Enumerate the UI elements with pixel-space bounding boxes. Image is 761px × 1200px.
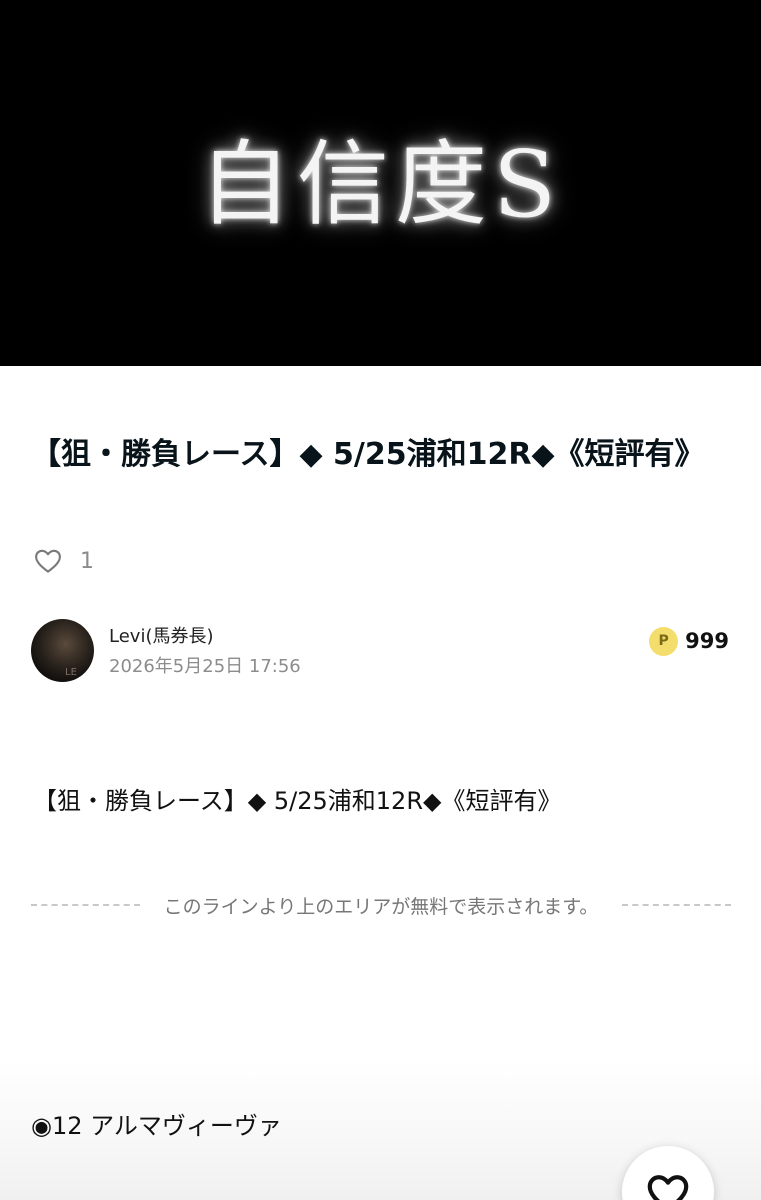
- post-title: 【狙・勝負レース】◆ 5/25浦和12R◆《短評有》: [31, 437, 705, 472]
- hero-banner: 自信度S: [0, 0, 761, 366]
- heart-outline-icon: [647, 1175, 689, 1200]
- divider-dash-right: [622, 904, 732, 906]
- hero-text: 自信度S: [198, 130, 563, 238]
- note-page: 自信度S 【狙・勝負レース】◆ 5/25浦和12R◆《短評有》 1 LE Lev…: [0, 0, 761, 1200]
- points-value: 999: [685, 629, 729, 653]
- free-area-notice: このラインより上のエリアが無料で表示されます。: [163, 895, 599, 918]
- free-area-divider: このラインより上のエリアが無料で表示されます。: [31, 890, 732, 920]
- points-coin-icon: P: [649, 626, 679, 656]
- like-count: 1: [80, 548, 94, 574]
- like-row[interactable]: 1: [33, 544, 94, 578]
- heart-outline-icon[interactable]: [33, 546, 63, 576]
- post-date: 2026年5月25日 17:56: [109, 656, 301, 677]
- avatar[interactable]: LE: [31, 619, 94, 682]
- author-name[interactable]: Levi(馬券長): [109, 622, 213, 648]
- divider-dash-left: [31, 904, 140, 906]
- body-first-line: 【狙・勝負レース】◆ 5/25浦和12R◆《短評有》: [33, 787, 562, 815]
- locked-preview-line: ◉12 アルマヴィーヴァ: [31, 1112, 282, 1140]
- points-badge: P 999: [649, 626, 729, 656]
- avatar-mark: LE: [65, 667, 77, 678]
